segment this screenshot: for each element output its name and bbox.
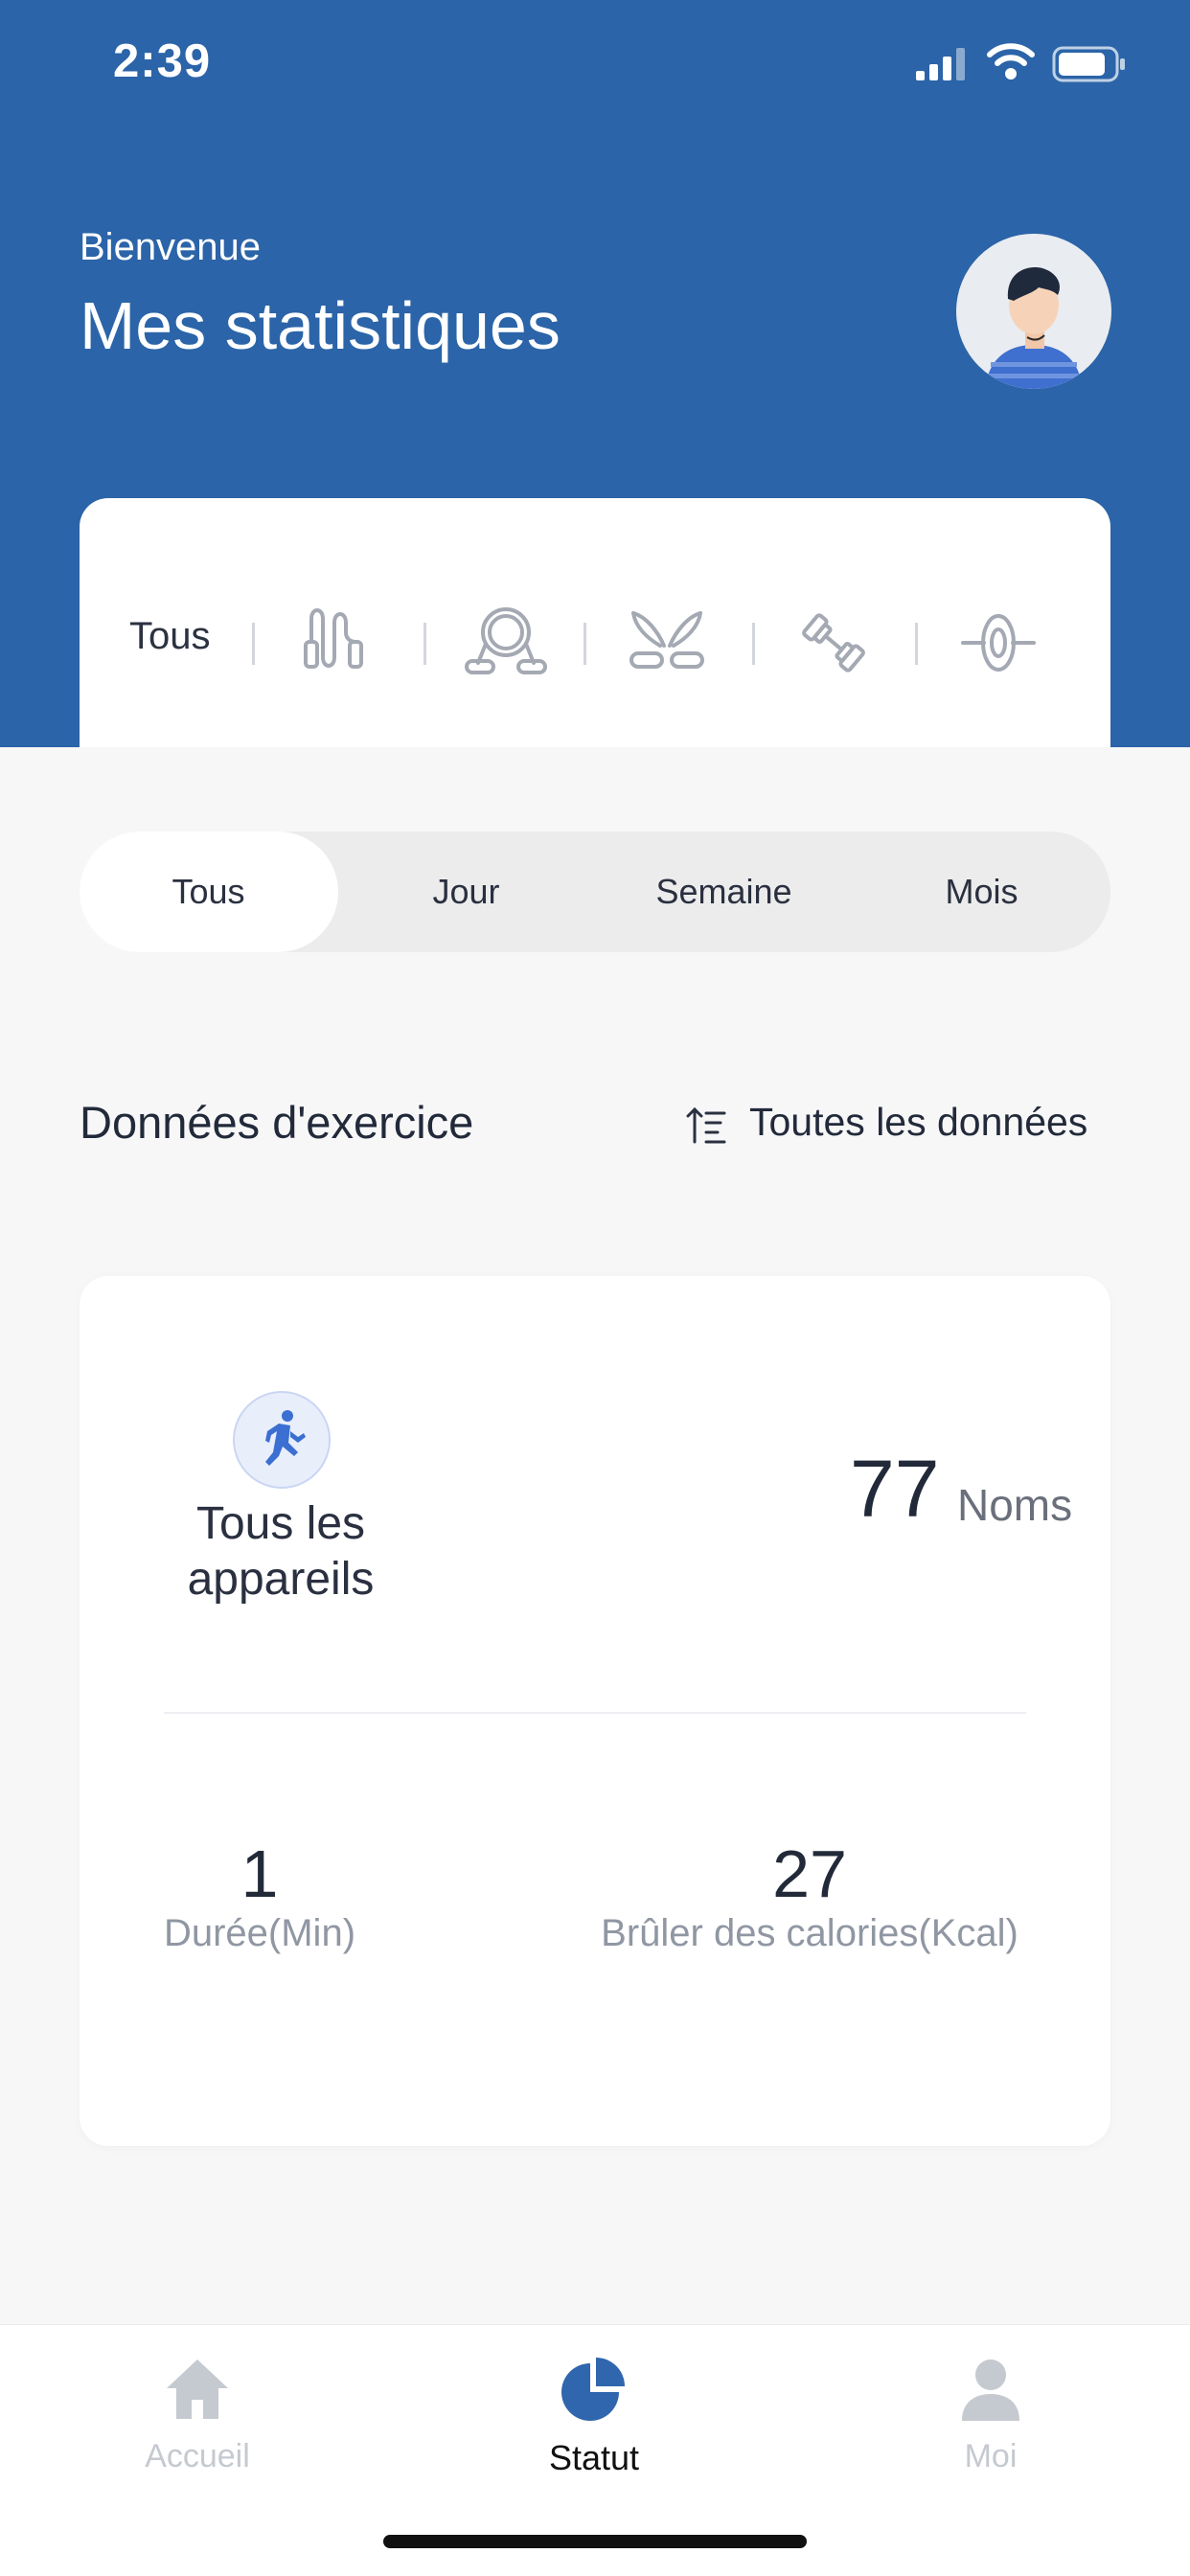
divider: [423, 623, 426, 665]
avatar[interactable]: [956, 234, 1111, 389]
pie-chart-icon: [561, 2358, 625, 2421]
wifi-icon: [987, 43, 1035, 80]
pull-rope-icon[interactable]: [463, 600, 549, 686]
tab-home-label: Accueil: [145, 2438, 250, 2474]
person-icon: [962, 2359, 1019, 2421]
period-segmented-control: Tous Jour Semaine Mois: [80, 832, 1110, 952]
tab-status[interactable]: Statut: [450, 2325, 738, 2517]
tab-me-label: Moi: [964, 2438, 1018, 2474]
grip-trainer-icon[interactable]: [624, 600, 710, 686]
running-icon: [265, 1410, 306, 1466]
tab-week[interactable]: Semaine: [595, 832, 853, 952]
divider: [584, 623, 586, 665]
status-bar: 2:39: [0, 0, 1190, 134]
avatar-illustration: [956, 234, 1111, 389]
device-name: Tous les appareils: [187, 1498, 375, 1605]
home-icon: [167, 2359, 228, 2419]
exercise-stats-card: Tous les appareils 77 Noms 1 Durée(Min) …: [80, 1276, 1110, 2146]
page-title: Mes statistiques: [80, 288, 561, 363]
running-icon-badge: [233, 1391, 331, 1489]
count-unit: Noms: [957, 1480, 1073, 1530]
home-indicator: [383, 2535, 807, 2548]
tab-month[interactable]: Mois: [853, 832, 1110, 952]
divider: [752, 623, 755, 665]
duration-value: 1: [240, 1836, 279, 1911]
count-value: 77: [850, 1444, 940, 1534]
dumbbell-icon[interactable]: [790, 600, 877, 686]
device-filter-all[interactable]: Tous: [129, 615, 211, 658]
jump-rope-icon[interactable]: [292, 600, 378, 686]
cellular-signal-icon: [916, 48, 965, 80]
tab-home[interactable]: Accueil: [54, 2325, 341, 2517]
all-data-label: Toutes les données: [749, 1100, 1088, 1144]
calories-label: Brûler des calories(Kcal): [601, 1912, 1018, 1954]
tab-all[interactable]: Tous: [80, 832, 337, 952]
welcome-text: Bienvenue: [80, 226, 262, 268]
tab-me[interactable]: Moi: [847, 2325, 1134, 2517]
divider: [915, 623, 918, 665]
divider: [252, 623, 255, 665]
duration-label: Durée(Min): [163, 1912, 356, 1954]
sort-icon: [686, 1106, 726, 1144]
divider: [164, 1712, 1026, 1714]
ab-wheel-icon[interactable]: [955, 600, 1041, 686]
section-title: Données d'exercice: [80, 1097, 474, 1148]
tab-status-label: Statut: [548, 2438, 640, 2477]
tab-day[interactable]: Jour: [337, 832, 595, 952]
battery-icon: [1052, 46, 1125, 82]
device-filter-card: Tous: [80, 498, 1110, 747]
calories-value: 27: [772, 1836, 847, 1911]
status-time: 2:39: [113, 35, 212, 87]
